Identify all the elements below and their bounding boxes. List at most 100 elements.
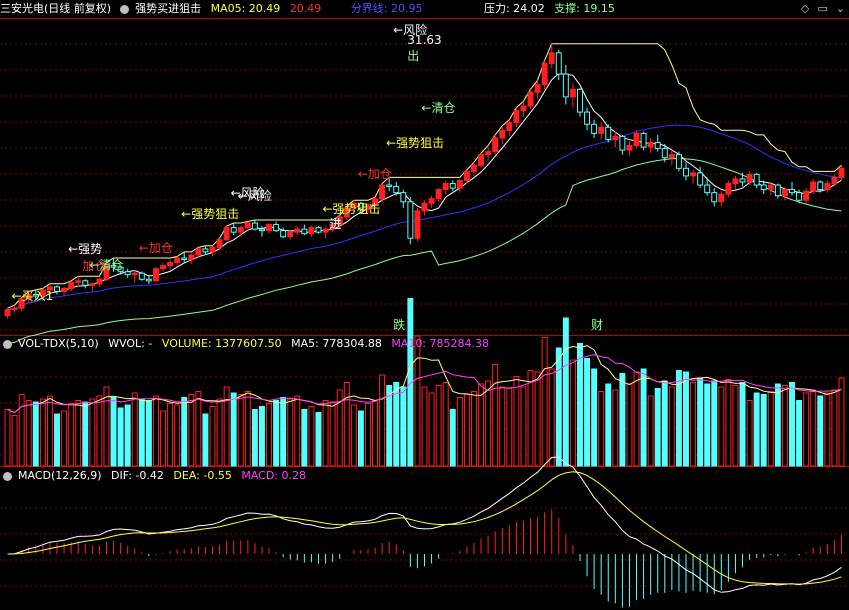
volume-bar: [223, 386, 230, 467]
price-candle: [393, 186, 400, 194]
price-panel: [4, 43, 845, 344]
price-candle: [690, 172, 697, 177]
price-candle: [280, 230, 287, 238]
price-candle: [61, 287, 68, 292]
chart-annotation: 财: [591, 318, 603, 332]
price-candle: [817, 181, 824, 191]
chart-annotation: 31.63: [407, 33, 441, 47]
price-candle: [407, 201, 414, 239]
volume-bar: [711, 380, 718, 467]
price-candle: [541, 62, 548, 86]
volume-bar: [152, 395, 159, 467]
volume-bar: [803, 392, 810, 467]
price-candle: [661, 148, 668, 159]
price-candle: [683, 167, 689, 177]
vol-ma10-label: MA10: 785284.38: [391, 337, 490, 350]
volume-bar: [301, 409, 308, 467]
price-candle: [527, 91, 534, 107]
price-candle: [633, 132, 640, 147]
support-label: 支撑: 19.15: [554, 2, 615, 15]
volume-header: VOL-TDX(5,10) WVOL: - VOLUME: 1377607.50…: [0, 336, 495, 352]
volume-bar: [732, 385, 739, 467]
price-candle: [584, 111, 591, 125]
price-candle: [266, 224, 272, 232]
ma05-alt-value: 20.49: [289, 2, 322, 15]
chevron-down-icon[interactable]: ⌄: [836, 2, 845, 15]
volume-bar: [449, 409, 456, 467]
chart-annotation: ←买入1: [12, 289, 54, 303]
volume-bar: [386, 385, 393, 467]
volume-bar: [577, 343, 583, 467]
volume-bar: [718, 386, 725, 467]
price-candle: [315, 227, 322, 233]
price-candle: [725, 183, 732, 195]
volume-bar: [82, 401, 89, 467]
price-candle: [753, 173, 760, 186]
volume-bar: [202, 413, 209, 467]
price-candle: [230, 227, 237, 233]
price-candle: [138, 272, 145, 280]
price-candle: [287, 231, 294, 238]
expand-icon[interactable]: ▭: [817, 2, 827, 15]
volume-bar: [506, 388, 513, 467]
volume-bar: [46, 395, 53, 467]
price-candle: [456, 179, 463, 189]
price-candle: [294, 228, 301, 233]
volume-bar: [273, 400, 280, 467]
macd-toggle-icon[interactable]: [3, 471, 12, 481]
price-candle: [145, 278, 152, 282]
price-candle: [675, 154, 682, 169]
volume-bar: [68, 403, 75, 467]
volume-bar: [266, 403, 272, 467]
price-candle: [513, 110, 520, 124]
price-candle: [244, 222, 251, 229]
volume-bar: [39, 398, 46, 467]
price-candle: [619, 135, 626, 151]
volume-bar: [527, 370, 534, 467]
volume-bar: [89, 398, 96, 467]
price-candle: [810, 181, 817, 192]
volume-bar: [237, 394, 244, 467]
price-candle: [640, 132, 647, 148]
price-candle: [202, 248, 209, 253]
price-candle: [591, 123, 598, 134]
volume-bar: [746, 400, 753, 467]
price-candle: [654, 141, 661, 150]
price-candle: [796, 192, 803, 201]
macd-name: MACD(12,26,9): [18, 469, 102, 482]
indicator-toggle-icon[interactable]: [120, 4, 130, 14]
volume-bar: [145, 400, 152, 467]
price-candle: [273, 224, 280, 232]
price-candle: [704, 184, 711, 194]
diamond-icon[interactable]: ◇: [801, 2, 809, 15]
price-candle: [386, 184, 393, 188]
trend-line: [7, 124, 842, 311]
volume-bar: [372, 400, 379, 467]
chart-annotation: ←清仓: [89, 258, 123, 272]
price-candle: [598, 126, 605, 134]
volume-bar: [18, 394, 25, 467]
vol-toggle-icon[interactable]: [3, 339, 12, 349]
price-candle: [124, 271, 131, 276]
price-candle: [251, 222, 258, 230]
volume-bar: [216, 398, 223, 467]
ma05-label: MA05: 20.49: [210, 2, 281, 15]
volume-bar: [661, 380, 668, 467]
price-candle: [195, 248, 202, 256]
price-candle: [301, 228, 308, 235]
volume-bar: [739, 382, 746, 467]
price-candle: [605, 126, 612, 140]
chart-annotation: ←加仓: [358, 167, 392, 181]
volume-bar: [117, 407, 124, 467]
volume-bar: [110, 397, 117, 467]
price-candle: [555, 52, 562, 75]
price-candle: [449, 183, 456, 189]
volume-bar: [555, 347, 562, 467]
volume-bar: [188, 394, 195, 467]
price-candle: [379, 184, 386, 200]
price-candle: [322, 228, 329, 233]
price-candle: [209, 246, 216, 253]
chart-annotation: ←强势: [68, 242, 102, 256]
chart-annotation: ←风险: [231, 185, 265, 200]
volume-bar: [195, 391, 202, 467]
